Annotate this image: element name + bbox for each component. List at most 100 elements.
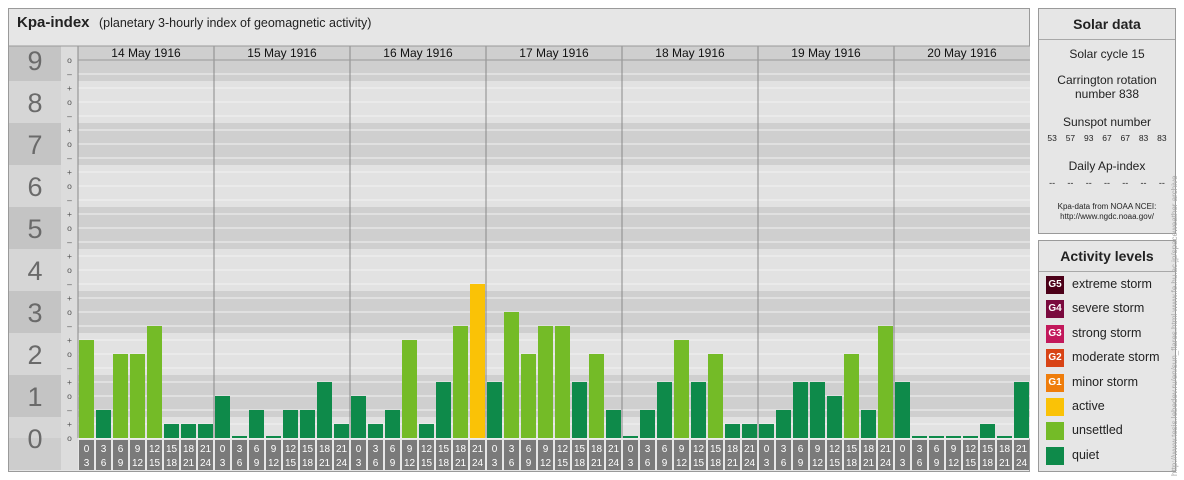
x-tick-start: 15 <box>574 444 586 455</box>
x-tick-start: 21 <box>472 444 484 455</box>
kp-bar <box>113 354 128 438</box>
sunspot-value: 67 <box>1120 133 1130 143</box>
sunspot-label: Sunspot number <box>1062 115 1152 129</box>
legend-label: extreme storm <box>1072 277 1152 291</box>
x-tick-end: 24 <box>880 458 892 469</box>
x-tick-start: 3 <box>237 444 243 455</box>
x-tick-start: 21 <box>744 444 756 455</box>
sub-tick-label: + <box>67 125 72 135</box>
sub-tick-label: – <box>67 237 72 247</box>
x-tick-end: 6 <box>509 458 515 469</box>
y-tick-label: 7 <box>27 130 42 160</box>
kp-bar <box>827 396 842 438</box>
kp-bar <box>351 396 366 438</box>
x-tick-end: 18 <box>574 458 586 469</box>
x-tick-start: 0 <box>900 444 906 455</box>
sunspot-value: 83 <box>1157 133 1167 143</box>
watermark: http://www.tesis.lebedev.ru/en/sun_flare… <box>1170 175 1179 476</box>
kp-bar-chart: 14 May 1916 15 May 1916 16 May 1916 17 May … <box>9 45 1030 470</box>
legend-item-strong-storm: G3 strong storm <box>1039 322 1175 346</box>
day-label: 18 May 1916 <box>655 46 725 60</box>
kp-bar <box>691 382 706 438</box>
sub-tick-label: o <box>67 223 72 233</box>
y-tick-label: 2 <box>27 340 42 370</box>
sub-tick-label: o <box>67 139 72 149</box>
sub-tick-label: – <box>67 279 72 289</box>
x-tick-end: 3 <box>900 458 906 469</box>
x-tick-start: 15 <box>982 444 994 455</box>
x-tick-start: 3 <box>101 444 107 455</box>
x-tick-end: 15 <box>285 458 297 469</box>
legend-swatch <box>1046 397 1064 416</box>
kp-bar <box>776 409 791 438</box>
y-tick-label: 3 <box>27 298 42 328</box>
x-tick-start: 0 <box>84 444 90 455</box>
kp-bar <box>317 382 332 438</box>
sub-tick-label: + <box>67 251 72 261</box>
x-tick-end: 21 <box>591 458 603 469</box>
kp-bar <box>232 436 247 438</box>
x-tick-start: 12 <box>693 444 705 455</box>
kp-bar <box>929 436 944 438</box>
sub-tick-label: o <box>67 97 72 107</box>
kp-bar <box>215 396 230 438</box>
sub-tick-label: – <box>67 69 72 79</box>
kp-bar <box>895 382 910 438</box>
x-tick-start: 12 <box>557 444 569 455</box>
x-tick-end: 3 <box>84 458 90 469</box>
kp-bar <box>487 382 502 438</box>
kp-bar <box>657 382 672 438</box>
kp-bar <box>266 436 281 438</box>
kp-bar <box>623 436 638 438</box>
y-tick-label: 1 <box>27 382 42 412</box>
chart-subtitle: (planetary 3-hourly index of geomagnetic… <box>99 16 372 30</box>
kp-bar <box>793 382 808 438</box>
x-tick-end: 15 <box>421 458 433 469</box>
legend-item-severe-storm: G4 severe storm <box>1039 297 1175 321</box>
x-tick-end: 6 <box>237 458 243 469</box>
x-tick-end: 21 <box>455 458 467 469</box>
x-tick-end: 18 <box>710 458 722 469</box>
x-tick-end: 3 <box>220 458 226 469</box>
x-tick-start: 18 <box>319 444 331 455</box>
sunspot-value: 53 <box>1047 133 1057 143</box>
kp-bar <box>589 354 604 438</box>
ap-value: -- <box>1049 178 1056 188</box>
x-tick-end: 18 <box>846 458 858 469</box>
chart-title: Kpa-index <box>17 14 90 31</box>
x-tick-end: 18 <box>982 458 994 469</box>
kp-bar <box>453 325 468 438</box>
sunspot-value: 93 <box>1083 133 1094 143</box>
legend-swatch: G1 <box>1046 373 1064 392</box>
x-tick-end: 9 <box>934 458 940 469</box>
kp-bar <box>96 409 111 438</box>
legend-item-minor-storm: G1 minor storm <box>1039 371 1175 395</box>
x-tick-end: 3 <box>628 458 634 469</box>
credit-url[interactable]: http://www.ngdc.noaa.gov/ <box>1039 212 1175 222</box>
x-tick-end: 6 <box>645 458 651 469</box>
kp-bar <box>283 409 298 438</box>
sub-tick-label: – <box>67 363 72 373</box>
sub-tick-label: + <box>67 167 72 177</box>
x-tick-end: 21 <box>727 458 739 469</box>
legend-label: moderate storm <box>1072 350 1160 365</box>
x-tick-start: 9 <box>951 444 957 455</box>
legend-item-extreme-storm: G5 extreme storm <box>1039 273 1175 297</box>
legend-label: strong storm <box>1072 325 1142 340</box>
kp-bar <box>538 325 553 438</box>
ap-value: -- <box>1103 178 1110 188</box>
sub-tick-label: – <box>67 195 72 205</box>
credit-source: Kpa-data from NOAA NCEI: <box>1057 202 1157 211</box>
y-tick-label: 4 <box>27 256 42 286</box>
x-tick-end: 24 <box>200 458 212 469</box>
day-label: 14 May 1916 <box>111 46 181 60</box>
ap-index-values: -- -- -- -- -- -- -- <box>1039 178 1175 188</box>
x-tick-start: 9 <box>543 444 549 455</box>
legend-swatch: G4 <box>1046 300 1064 319</box>
kp-bar <box>759 424 774 438</box>
sub-tick-label: o <box>67 307 72 317</box>
kp-bar <box>810 382 825 438</box>
sub-tick-label: – <box>67 405 72 415</box>
solar-data-title: Solar data <box>1039 9 1175 40</box>
x-tick-start: 15 <box>438 444 450 455</box>
